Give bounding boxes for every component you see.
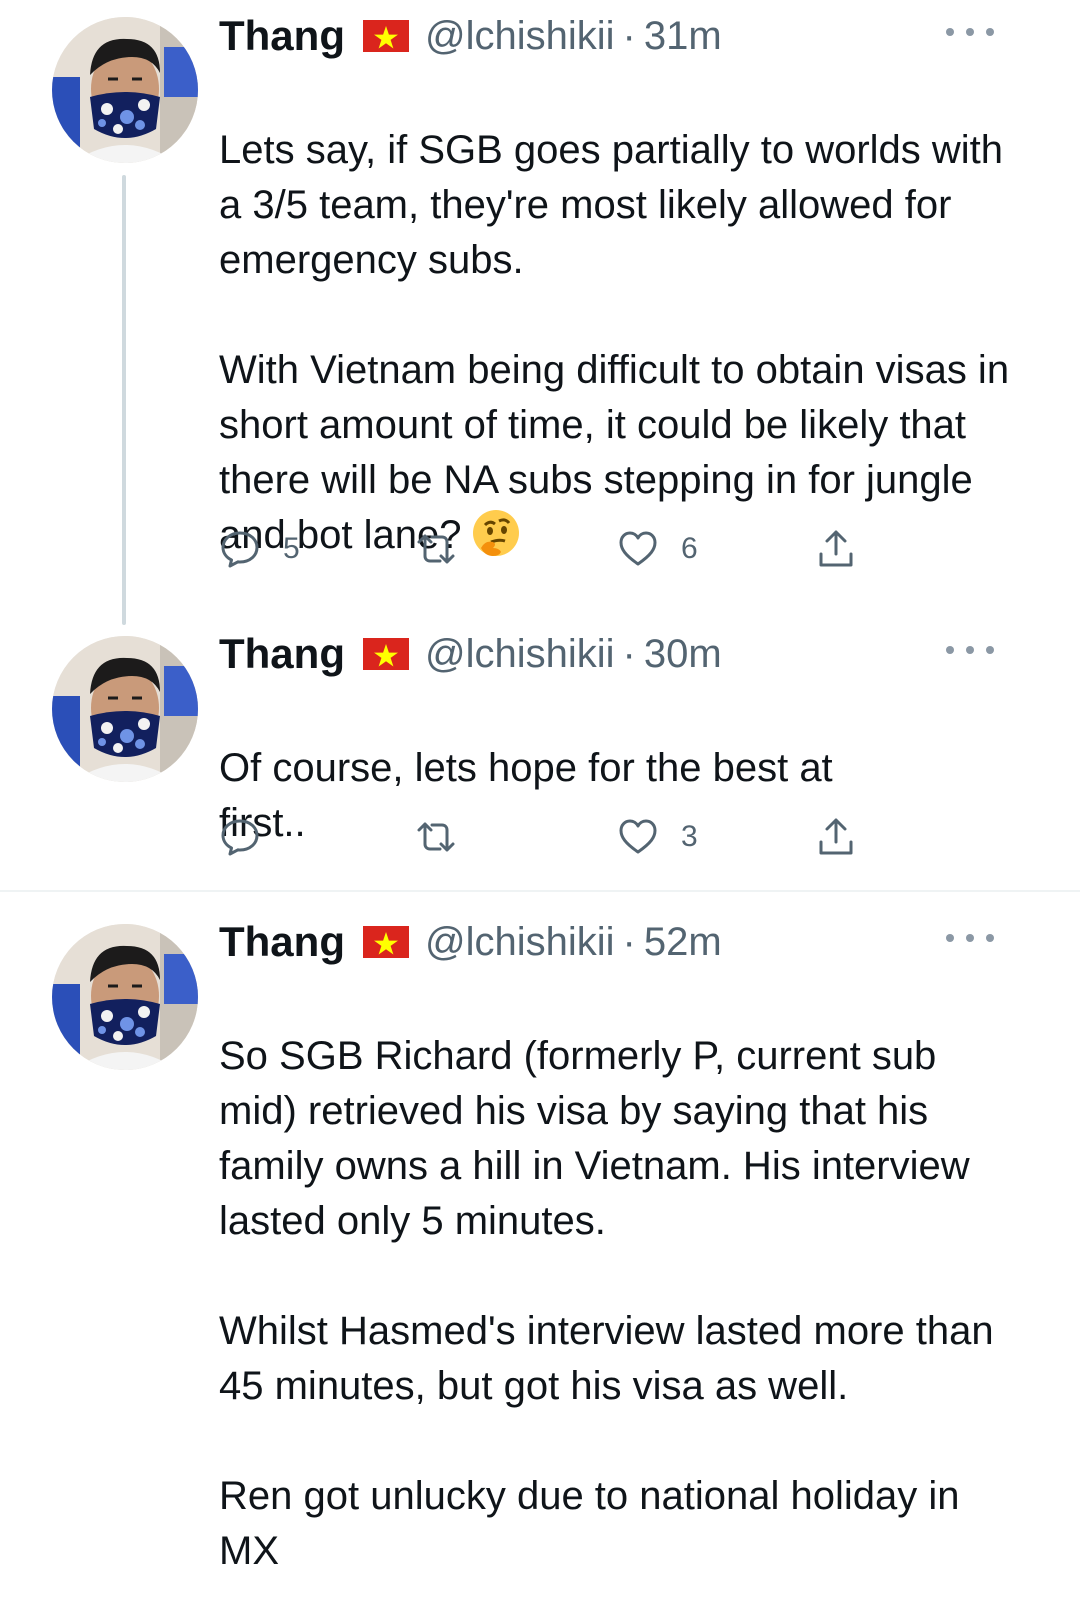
- tweet-text: So SGB Richard (formerly P, current sub …: [219, 974, 1019, 1623]
- reply-button[interactable]: 5: [219, 525, 300, 573]
- heart-icon: [619, 819, 657, 854]
- author-name[interactable]: Thang: [219, 918, 345, 966]
- more-options-icon[interactable]: [946, 928, 994, 948]
- tweet[interactable]: Thang @lchishikii · 30m Of course, lets …: [0, 618, 1080, 890]
- retweet-button[interactable]: [415, 525, 479, 573]
- vietnam-flag-icon: [362, 926, 409, 958]
- author-handle[interactable]: @lchishikii: [425, 920, 615, 965]
- tweet-timestamp[interactable]: 31m: [644, 14, 722, 59]
- vietnam-flag-icon: [362, 638, 409, 670]
- tweet-divider: [0, 890, 1080, 892]
- retweet-icon: [417, 534, 455, 564]
- tweet-paragraph: Lets say, if SGB goes partially to world…: [219, 128, 1004, 282]
- share-button[interactable]: [815, 813, 857, 861]
- avatar[interactable]: [52, 924, 198, 1070]
- thread-line: [122, 175, 126, 625]
- tweet-timestamp[interactable]: 52m: [644, 920, 722, 965]
- avatar-image: [52, 924, 198, 1070]
- reply-count: 5: [283, 532, 300, 565]
- author-handle[interactable]: @lchishikii: [425, 632, 615, 677]
- avatar-image: [52, 17, 198, 163]
- avatar[interactable]: [52, 636, 198, 782]
- like-count: 3: [681, 820, 698, 853]
- share-button[interactable]: [815, 525, 857, 573]
- tweet-text: Of course, lets hope for the best at fir…: [219, 686, 919, 906]
- reply-icon: [221, 531, 259, 568]
- tweet-actions: 3: [219, 813, 879, 861]
- tweet-header: Thang @lchishikii · 31m: [219, 10, 722, 62]
- tweet[interactable]: Thang @lchishikii · 31m Lets say, if SGB…: [0, 0, 1080, 625]
- like-button[interactable]: 3: [617, 813, 698, 861]
- share-icon: [819, 818, 853, 855]
- author-handle[interactable]: @lchishikii: [425, 14, 615, 59]
- avatar-image: [52, 636, 198, 782]
- tweet-header: Thang @lchishikii · 52m: [219, 916, 722, 968]
- author-name[interactable]: Thang: [219, 12, 345, 60]
- reply-icon: [221, 819, 259, 856]
- like-count: 6: [681, 532, 698, 565]
- vietnam-flag-icon: [362, 20, 409, 52]
- tweet[interactable]: Thang @lchishikii · 52m So SGB Richard (…: [0, 906, 1080, 1623]
- share-icon: [819, 530, 853, 567]
- separator-dot: ·: [622, 631, 636, 676]
- heart-icon: [619, 531, 657, 566]
- author-name[interactable]: Thang: [219, 630, 345, 678]
- separator-dot: ·: [622, 13, 636, 58]
- tweet-timestamp[interactable]: 30m: [644, 632, 722, 677]
- tweet-paragraph: So SGB Richard (formerly P, current sub …: [219, 1034, 970, 1243]
- retweet-button[interactable]: [415, 813, 479, 861]
- avatar[interactable]: [52, 17, 198, 163]
- tweet-paragraph: Ren got unlucky due to national holiday …: [219, 1474, 960, 1573]
- more-options-icon[interactable]: [946, 640, 994, 660]
- like-button[interactable]: 6: [617, 525, 698, 573]
- reply-button[interactable]: [219, 813, 283, 861]
- tweet-header: Thang @lchishikii · 30m: [219, 628, 722, 680]
- retweet-icon: [417, 822, 455, 852]
- separator-dot: ·: [622, 919, 636, 964]
- tweet-actions: 5 6: [219, 525, 879, 573]
- tweet-paragraph: Whilst Hasmed's interview lasted more th…: [219, 1309, 994, 1408]
- more-options-icon[interactable]: [946, 22, 994, 42]
